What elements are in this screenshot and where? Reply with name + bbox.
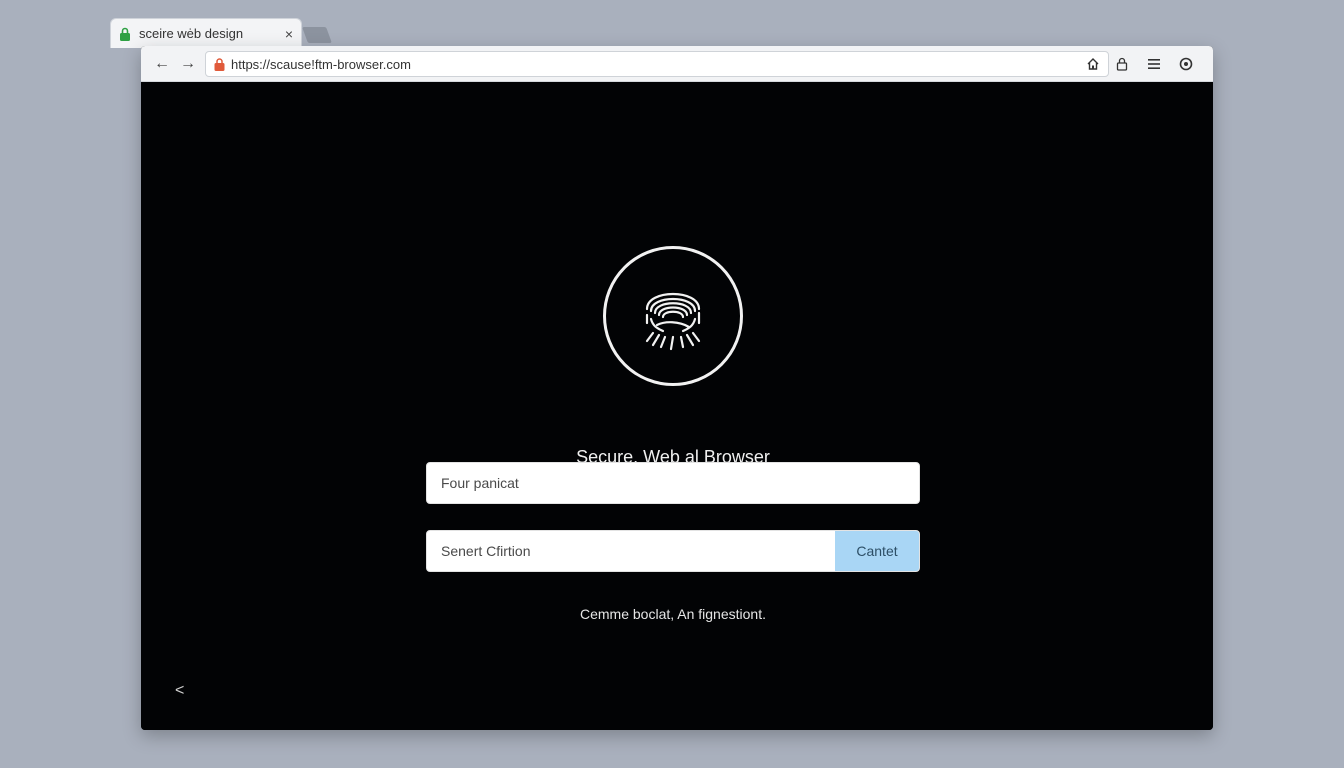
- url-text: https://scause!ftm-browser.com: [231, 56, 411, 72]
- first-input[interactable]: [427, 463, 919, 503]
- lock-icon[interactable]: [1113, 55, 1131, 73]
- browser-window: ← → https://scause!ftm-browser.com Secur…: [141, 46, 1213, 730]
- home-icon[interactable]: [1086, 57, 1100, 71]
- fingerprint-button[interactable]: [603, 246, 743, 386]
- second-input[interactable]: [427, 531, 835, 571]
- second-input-field[interactable]: Cantet: [426, 530, 920, 572]
- settings-icon[interactable]: [1177, 55, 1195, 73]
- tab-close-icon[interactable]: ×: [285, 26, 293, 42]
- forward-button[interactable]: →: [175, 51, 201, 77]
- tab-title: sceire wėb design: [139, 26, 244, 41]
- hint-text: Cemme boclat, An fignestiont.: [580, 606, 766, 622]
- lock-icon: [120, 27, 130, 41]
- url-lock-icon: [214, 57, 225, 71]
- page-content: Secure, Web al Browser Cantet Cemme bocl…: [141, 82, 1213, 730]
- fingerprint-icon: [645, 292, 701, 351]
- back-arrow-icon[interactable]: <: [175, 682, 184, 700]
- back-button[interactable]: ←: [149, 51, 175, 77]
- desktop: sceire wėb design × ← → https://scause!f…: [0, 0, 1344, 768]
- submit-button[interactable]: Cantet: [835, 531, 919, 571]
- address-bar[interactable]: https://scause!ftm-browser.com: [205, 51, 1109, 77]
- new-tab-button[interactable]: [302, 27, 332, 43]
- toolbar-icons: [1113, 55, 1195, 73]
- browser-tab[interactable]: sceire wėb design ×: [110, 18, 302, 48]
- menu-icon[interactable]: [1145, 55, 1163, 73]
- browser-toolbar: ← → https://scause!ftm-browser.com: [141, 46, 1213, 82]
- first-input-field[interactable]: [426, 462, 920, 504]
